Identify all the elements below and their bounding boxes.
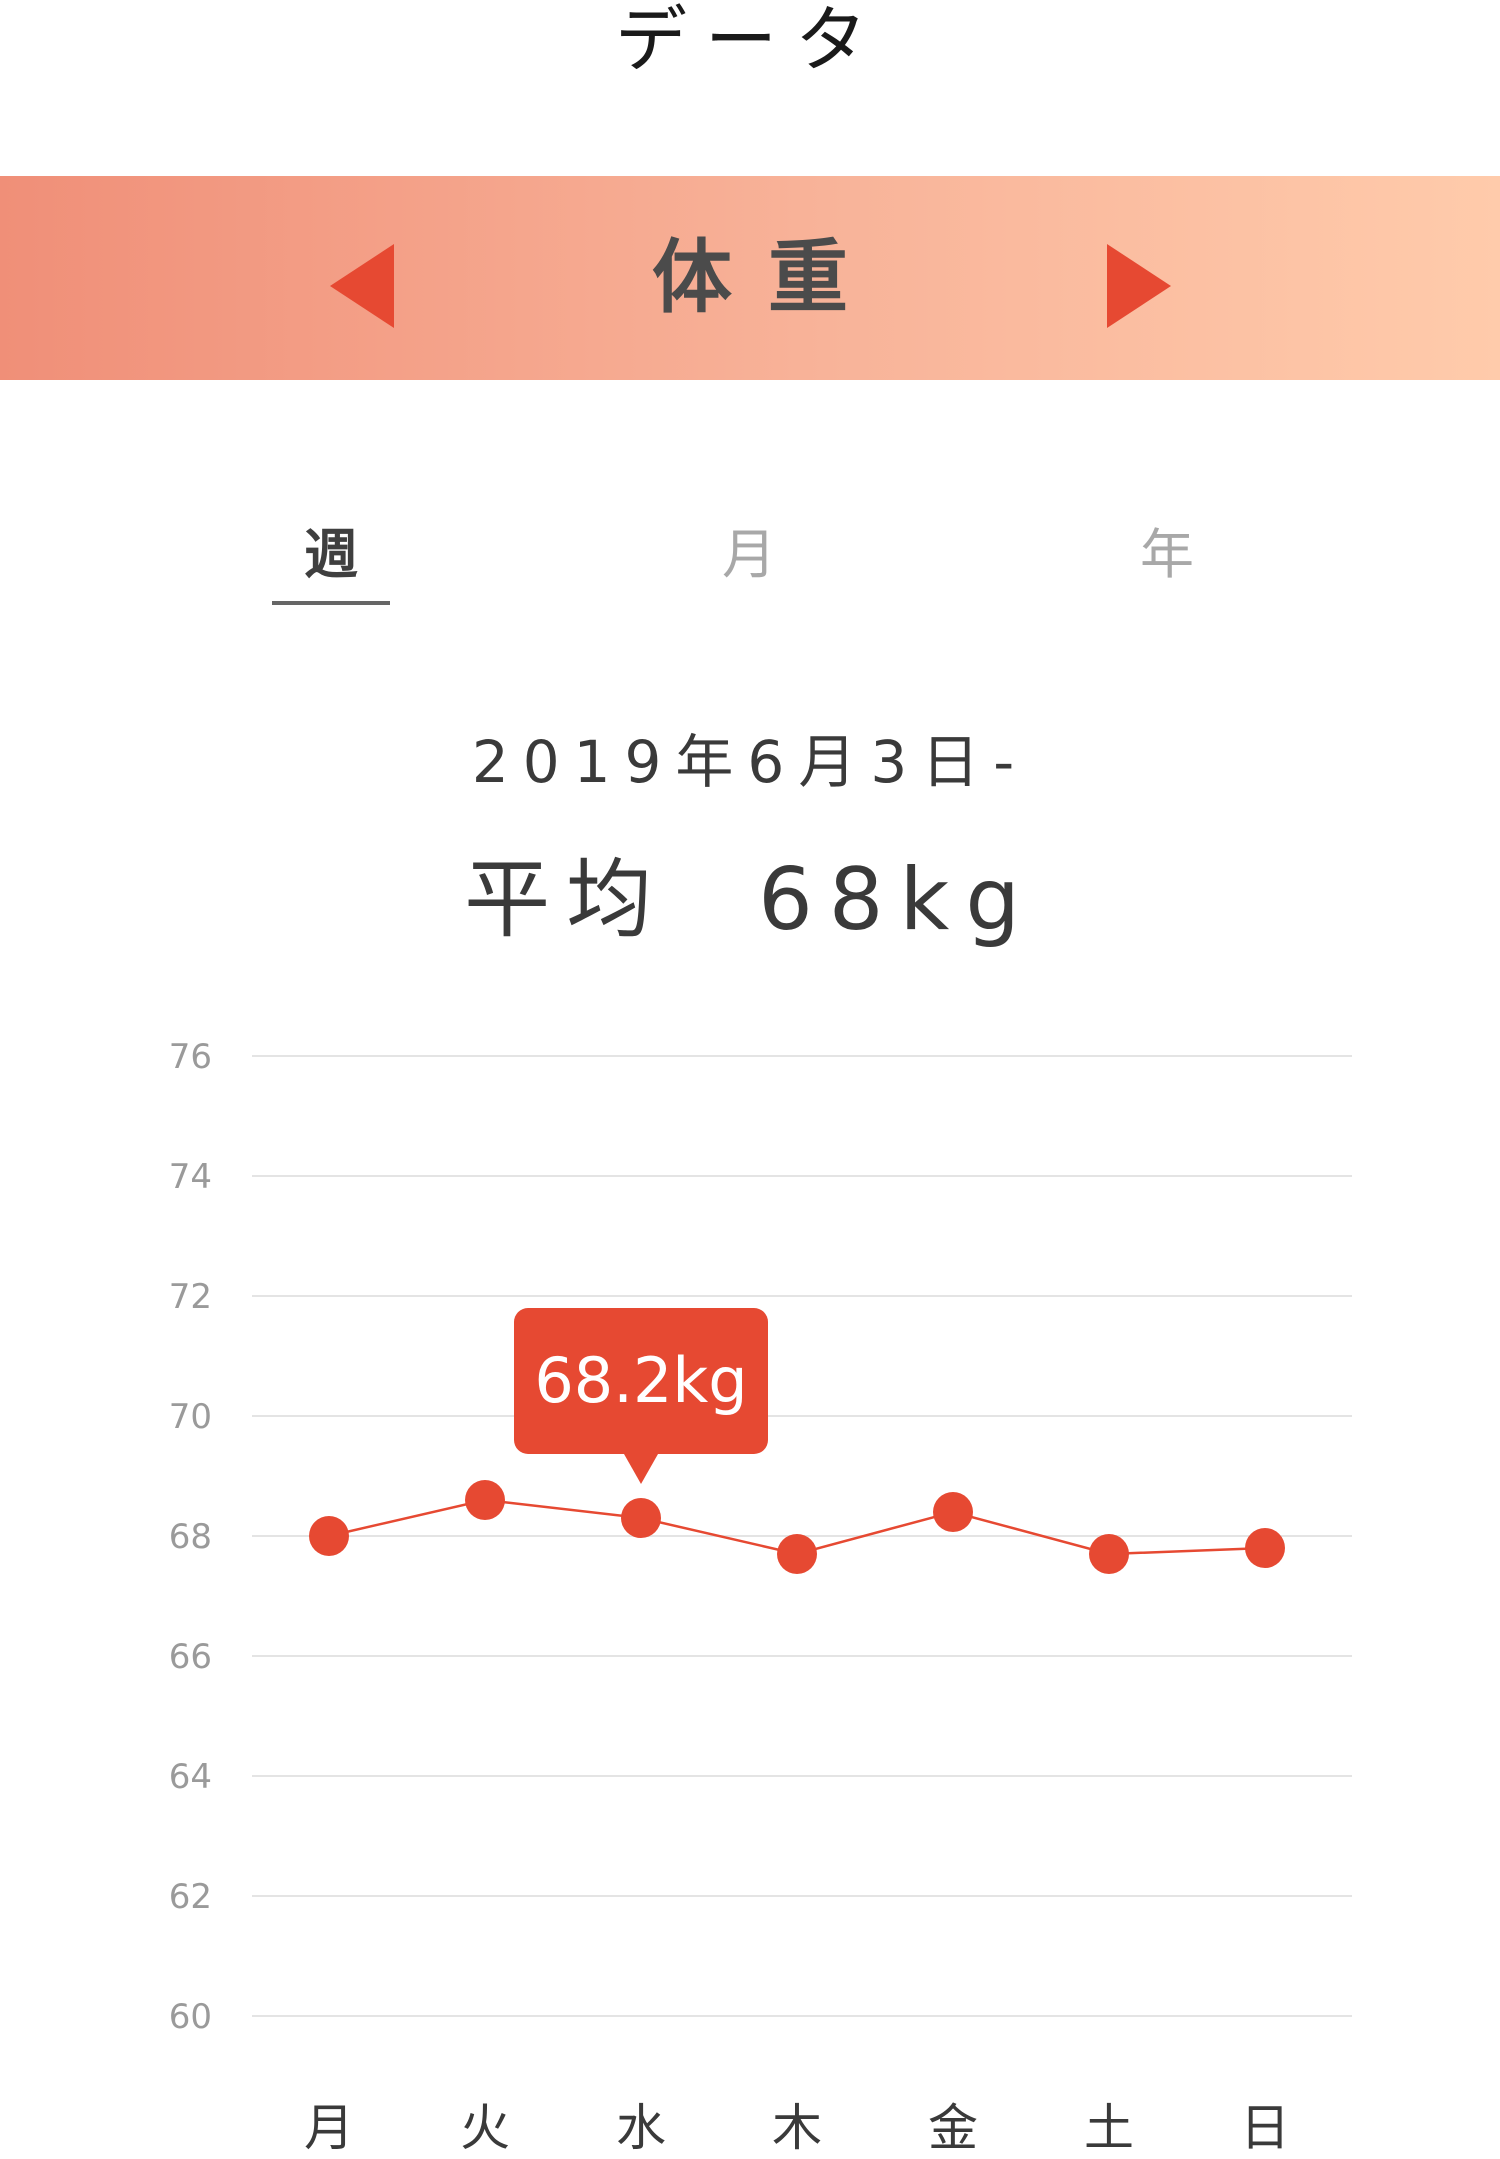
x-tick-label: 土	[1084, 2099, 1134, 2157]
x-tick-label: 水	[616, 2099, 666, 2157]
data-point	[1245, 1528, 1285, 1568]
y-tick-label: 70	[169, 1397, 212, 1437]
app-screen: データ 体重 週 月 年 2019年6月3日- 平均 68kg 60 62 64 66 6…	[0, 0, 1500, 2159]
data-point	[933, 1492, 973, 1532]
x-tick-label: 日	[1240, 2099, 1290, 2157]
data-point	[777, 1534, 817, 1574]
y-tick-label: 62	[169, 1877, 212, 1917]
y-tick-label: 66	[169, 1637, 212, 1677]
y-tick-label: 68	[169, 1517, 212, 1557]
x-tick-label: 月	[304, 2099, 354, 2157]
x-tick-label: 木	[772, 2099, 822, 2157]
x-tick-label: 火	[460, 2099, 510, 2157]
y-tick-label: 72	[169, 1277, 212, 1317]
value-tooltip: 68.2kg	[514, 1308, 768, 1484]
y-tick-label: 76	[169, 1037, 212, 1077]
x-tick-label: 金	[928, 2099, 978, 2157]
data-point	[465, 1480, 505, 1520]
data-point	[309, 1516, 349, 1556]
y-tick-label: 74	[169, 1157, 212, 1197]
weight-line-chart: 60 62 64 66 68 70 72 74 76 月 火 水 木 金 土 日	[169, 1037, 1352, 2157]
y-tick-label: 64	[169, 1757, 212, 1797]
data-point	[621, 1498, 661, 1538]
y-tick-label: 60	[169, 1997, 212, 2037]
data-point	[1089, 1534, 1129, 1574]
